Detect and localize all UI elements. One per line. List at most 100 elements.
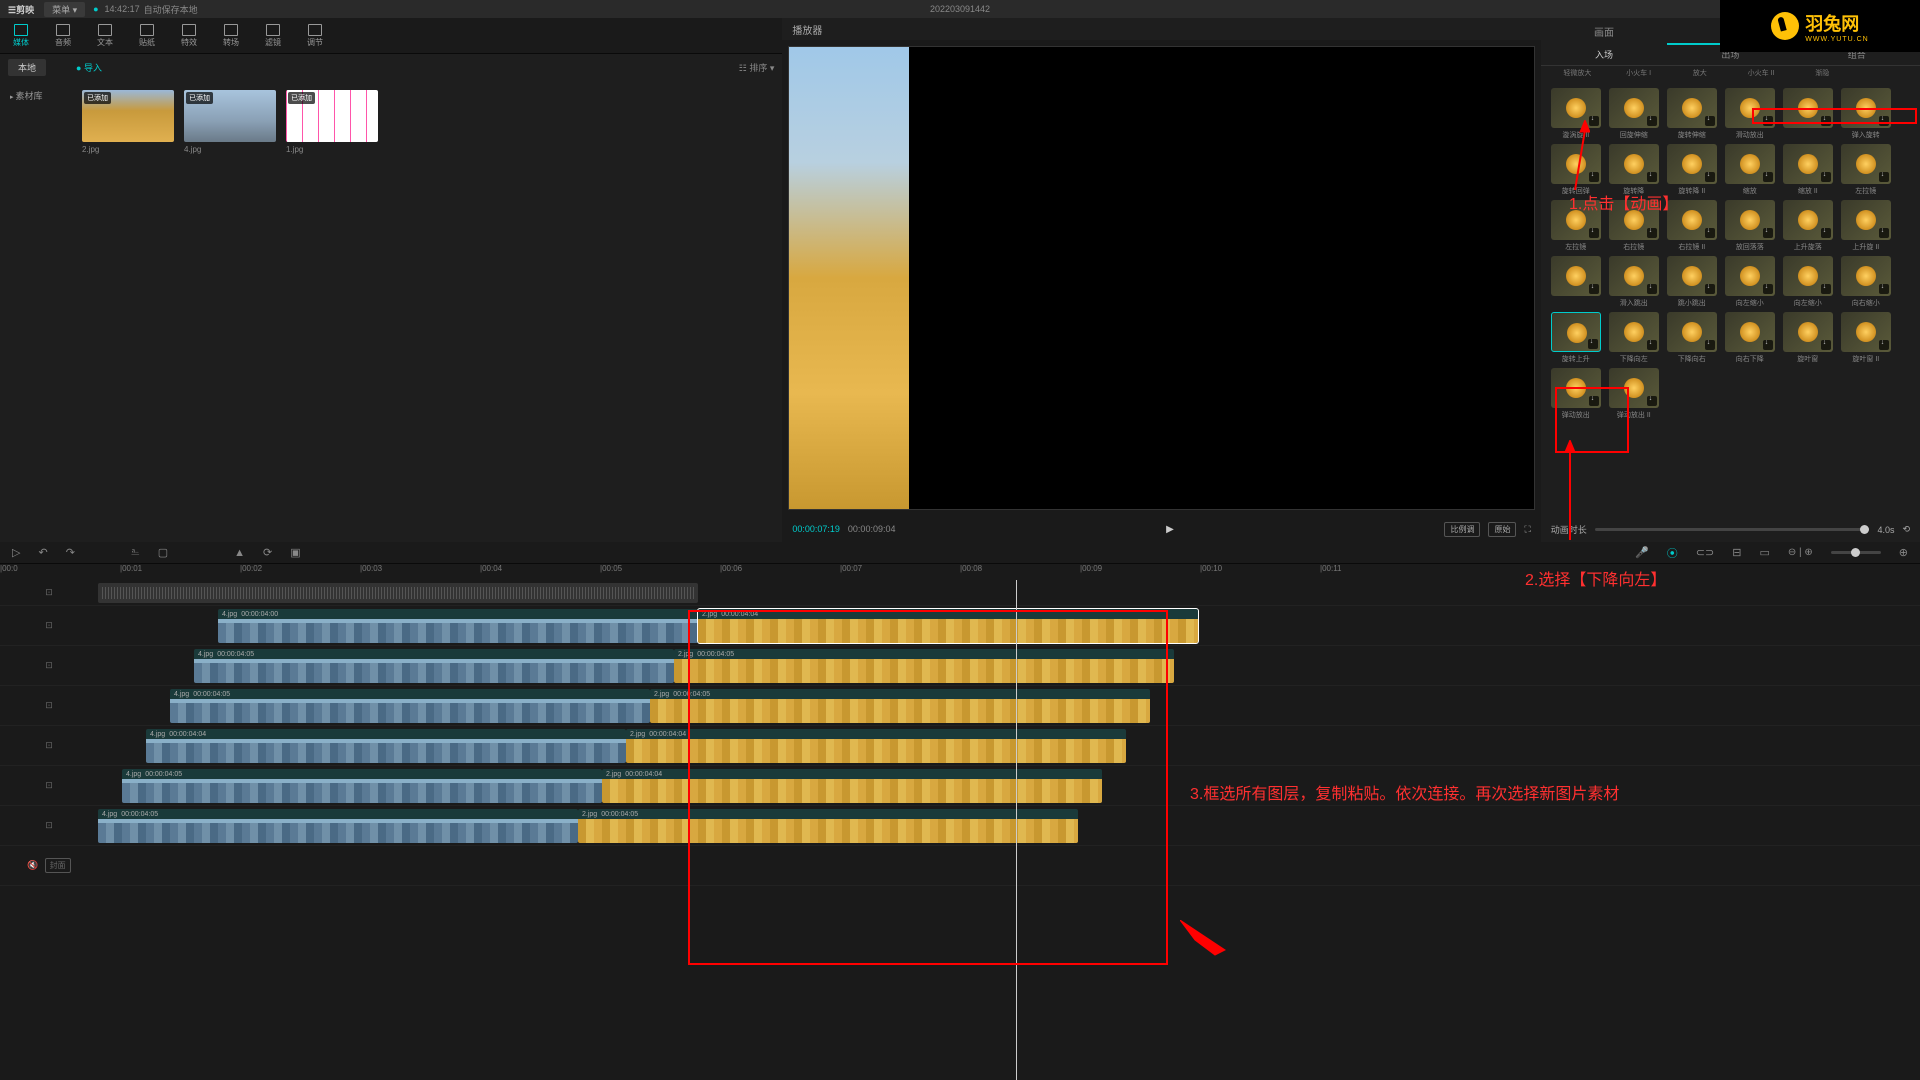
original-button[interactable]: 原始 [1488,522,1516,537]
record-icon[interactable]: ⦿ [1667,545,1678,561]
mute-icon[interactable]: 🔇 [27,860,38,871]
anim-preset[interactable]: 缩放 [1725,144,1775,196]
timeline-clip[interactable]: 4.jpg00:00:04:04 [146,729,626,763]
anim-preset[interactable]: 旋转上升 [1551,312,1601,364]
audio-clip[interactable] [98,583,698,603]
anim-subtab-0[interactable]: 入场 [1541,48,1667,61]
timeline-clip[interactable]: 2.jpg00:00:04:04 [626,729,1126,763]
anim-preset[interactable]: 向右下降 [1725,312,1775,364]
import-button[interactable]: 导入 [76,61,102,74]
media-thumb[interactable]: 已添加4.jpg [184,90,276,154]
preview-image [789,47,909,509]
media-tab-2[interactable]: 文本 [84,18,126,53]
crop-tool[interactable]: ▣ [290,546,300,559]
lock-icon[interactable]: ⊡ [45,587,53,598]
anim-preset[interactable]: 向左缩小 [1783,256,1833,308]
preview-icon[interactable]: ▭ [1759,546,1769,559]
media-thumb[interactable]: 已添加1.jpg [286,90,378,154]
track-toggle[interactable]: ⊡ [45,620,53,631]
magnet-icon[interactable]: ⊂⊃ [1696,546,1714,559]
video-track[interactable]: ⊡ 4.jpg00:00:04:052.jpg00:00:04:05 [0,806,1920,846]
media-tab-5[interactable]: 转场 [210,18,252,53]
anim-preset[interactable]: 旋转降 II [1667,144,1717,196]
media-thumb[interactable]: 已添加2.jpg [82,90,174,154]
anim-preset[interactable]: 跳小跳出 [1667,256,1717,308]
anim-preset[interactable]: 上升旋 II [1841,200,1891,252]
link-icon[interactable]: ⊟ [1732,546,1741,559]
zoom-controls[interactable]: ⊖ | ⊕ [1788,547,1813,558]
cover-button[interactable]: 封面 [45,858,71,873]
timeline-clip[interactable]: 2.jpg00:00:04:04 [698,609,1198,643]
media-tab-6[interactable]: 滤镜 [252,18,294,53]
ratio-button[interactable]: 比例调 [1444,522,1480,537]
player-viewport[interactable] [788,46,1534,510]
media-tab-0[interactable]: 媒体 [0,18,42,53]
anim-preset[interactable]: 放回落落 [1725,200,1775,252]
timeline-clip[interactable]: 4.jpg00:00:04:05 [98,809,578,843]
timeline-clip[interactable]: 2.jpg00:00:04:05 [650,689,1150,723]
track-toggle[interactable]: ⊡ [45,820,53,831]
mic-icon[interactable]: 🎤 [1635,546,1649,559]
anim-preset[interactable]: 弹入旋转 [1841,88,1891,140]
cover-track[interactable]: 🔇 封面 [0,846,1920,886]
anim-preset[interactable]: 缩放 II [1783,144,1833,196]
timeline-clip[interactable]: 2.jpg00:00:04:04 [602,769,1102,803]
anim-preset[interactable]: 向左缩小 [1725,256,1775,308]
track-toggle[interactable]: ⊡ [45,740,53,751]
anim-preset[interactable]: 滑动放出 [1725,88,1775,140]
split-tool[interactable]: ⎁ [131,546,140,559]
anim-preset[interactable]: 回旋伸缩 [1609,88,1659,140]
playhead[interactable] [1016,580,1017,1080]
menu-button[interactable]: 菜单 ▾ [44,2,85,17]
video-track[interactable]: ⊡ 4.jpg00:00:04:042.jpg00:00:04:04 [0,726,1920,766]
undo-icon[interactable]: ↶ [38,546,47,559]
delete-tool[interactable]: ▢ [158,546,168,559]
anim-tab-0[interactable]: 画面 [1541,19,1667,44]
track-toggle[interactable]: ⊡ [45,660,53,671]
redo-icon[interactable]: ↷ [66,546,75,559]
media-tab-7[interactable]: 调节 [294,18,336,53]
play-button[interactable]: ▶ [1166,524,1174,535]
video-track[interactable]: ⊡ 4.jpg00:00:04:052.jpg00:00:04:05 [0,686,1920,726]
anim-preset[interactable]: 下降向右 [1667,312,1717,364]
media-tab-3[interactable]: 贴纸 [126,18,168,53]
local-tab[interactable]: 本地 [8,59,46,76]
fullscreen-icon[interactable]: ⛶ [1524,524,1530,535]
timeline-clip[interactable]: 4.jpg00:00:04:05 [194,649,674,683]
anim-preset[interactable]: 弹动放出 [1551,368,1601,420]
anim-preset[interactable]: 上升旋落 [1783,200,1833,252]
duration-slider[interactable] [1595,528,1870,531]
media-tab-1[interactable]: 音频 [42,18,84,53]
timeline-clip[interactable]: 4.jpg00:00:04:05 [122,769,602,803]
anim-preset[interactable] [1783,88,1833,140]
anim-preset[interactable]: 旋叶窗 II [1841,312,1891,364]
select-tool[interactable]: ▷ [12,546,20,559]
reset-icon[interactable]: ⟲ [1902,524,1910,535]
anim-preset[interactable]: 弹动放出 II [1609,368,1659,420]
fit-icon[interactable]: ⊕ [1899,546,1908,559]
ruler-tick: |00:04 [480,564,502,573]
zoom-slider[interactable] [1831,551,1881,554]
anim-preset[interactable]: 旋转降 [1609,144,1659,196]
mirror-tool[interactable]: ▲ [234,547,245,559]
video-track[interactable]: ⊡ 4.jpg00:00:04:002.jpg00:00:04:04 [0,606,1920,646]
track-toggle[interactable]: ⊡ [45,780,53,791]
track-toggle[interactable]: ⊡ [45,700,53,711]
view-sort[interactable]: ☷ 排序 ▾ [739,61,775,74]
media-tab-4[interactable]: 特效 [168,18,210,53]
timeline-clip[interactable]: 2.jpg00:00:04:05 [674,649,1174,683]
anim-preset[interactable] [1551,256,1601,308]
timeline-clip[interactable]: 4.jpg00:00:04:00 [218,609,698,643]
anim-preset[interactable]: 下降向左 [1609,312,1659,364]
timeline-clip[interactable]: 4.jpg00:00:04:05 [170,689,650,723]
anim-preset[interactable]: 向右缩小 [1841,256,1891,308]
rotate-tool[interactable]: ⟳ [263,546,272,559]
video-track[interactable]: ⊡ 4.jpg00:00:04:052.jpg00:00:04:05 [0,646,1920,686]
anim-preset[interactable]: 左拉镜 [1841,144,1891,196]
player-title: 播放器 [782,18,1540,40]
anim-preset[interactable]: 旋转伸缩 [1667,88,1717,140]
tree-library[interactable]: 素材库 [6,86,66,105]
anim-preset[interactable]: 旋叶窗 [1783,312,1833,364]
anim-preset[interactable]: 滑入跳出 [1609,256,1659,308]
timeline-clip[interactable]: 2.jpg00:00:04:05 [578,809,1078,843]
